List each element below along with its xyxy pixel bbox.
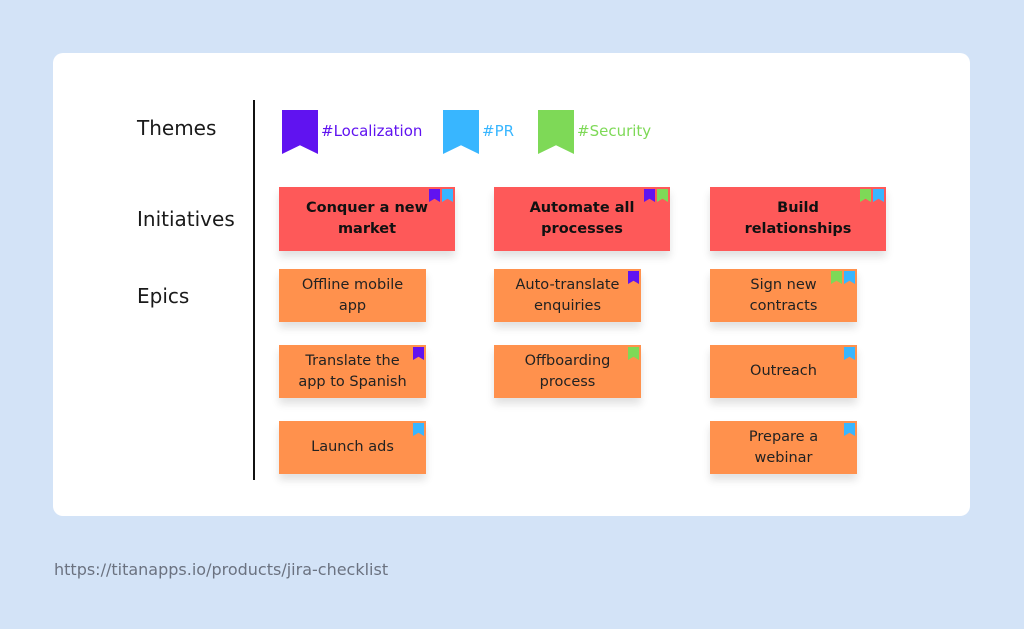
epic-card[interactable]: Sign new contracts [710, 269, 857, 322]
localization-tag-icon [628, 271, 639, 284]
epic-card[interactable]: Launch ads [279, 421, 426, 474]
initiative-card[interactable]: Automate all processes [494, 187, 670, 251]
pr-tag-icon [442, 189, 453, 202]
pr-tag-icon [873, 189, 884, 202]
epic-label: Translate the app to Spanish [298, 352, 407, 390]
bookmark-icon [443, 110, 479, 154]
epic-label: Offline mobile app [301, 276, 404, 314]
initiative-label: Conquer a new market [305, 200, 429, 237]
initiative-card[interactable]: Conquer a new market [279, 187, 455, 251]
security-tag-icon [860, 189, 871, 202]
epic-card[interactable]: Auto-translate enquiries [494, 269, 641, 322]
localization-tag-icon [644, 189, 655, 202]
security-tag-icon [831, 271, 842, 284]
epic-label: Outreach [750, 363, 817, 379]
theme-label: #Security [577, 122, 652, 140]
row-label-themes: Themes [137, 116, 217, 140]
epic-label: Prepare a webinar [748, 428, 819, 466]
initiative-label: Automate all processes [529, 200, 635, 237]
theme-label: #PR [482, 122, 515, 140]
epic-card[interactable]: Outreach [710, 345, 857, 398]
theme-security: #Security [538, 110, 651, 154]
localization-tag-icon [429, 189, 440, 202]
epic-card[interactable]: Translate the app to Spanish [279, 345, 426, 398]
pr-tag-icon [844, 423, 855, 436]
pr-tag-icon [413, 423, 424, 436]
initiative-label: Build relationships [744, 200, 852, 237]
epic-label: Launch ads [311, 439, 394, 455]
localization-tag-icon [413, 347, 424, 360]
epic-label: Offboarding process [524, 352, 611, 390]
row-label-epics: Epics [137, 284, 190, 308]
pr-tag-icon [844, 347, 855, 360]
theme-label: #Localization [321, 122, 423, 140]
security-tag-icon [657, 189, 668, 202]
theme-localization: #Localization [282, 110, 422, 154]
divider [253, 100, 255, 480]
initiative-card[interactable]: Build relationships [710, 187, 886, 251]
epic-card[interactable]: Offboarding process [494, 345, 641, 398]
row-label-initiatives: Initiatives [137, 207, 235, 231]
pr-tag-icon [844, 271, 855, 284]
epic-label: Auto-translate enquiries [515, 276, 620, 314]
security-tag-icon [628, 347, 639, 360]
theme-pr: #PR [443, 110, 514, 154]
footer-url[interactable]: https://titanapps.io/products/jira-check… [54, 560, 388, 579]
bookmark-icon [538, 110, 574, 154]
epic-card[interactable]: Offline mobile app [279, 269, 426, 322]
bookmark-icon [282, 110, 318, 154]
epic-card[interactable]: Prepare a webinar [710, 421, 857, 474]
